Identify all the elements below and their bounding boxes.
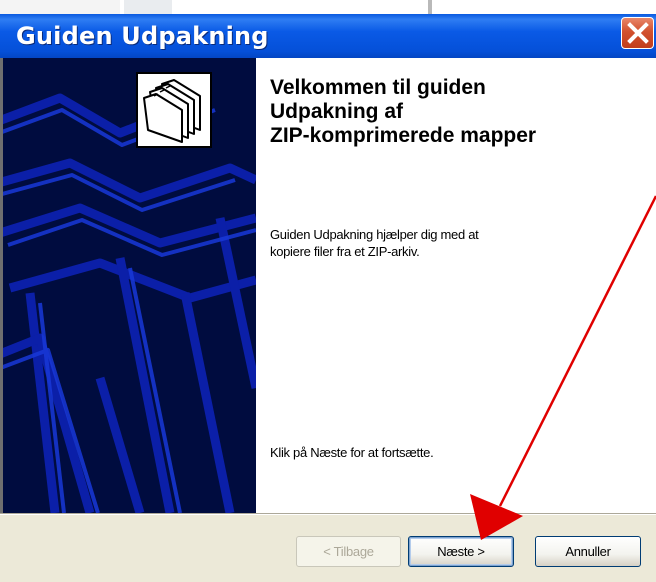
- title-bar[interactable]: Guiden Udpakning: [0, 14, 656, 58]
- wizard-description: Guiden Udpakning hjælper dig med at kopi…: [270, 226, 640, 260]
- wizard-heading: Velkommen til guiden Udpakning af ZIP-ko…: [270, 76, 650, 148]
- heading-line-3: ZIP-komprimerede mapper: [270, 124, 537, 147]
- heading-line-1: Velkommen til guiden: [270, 76, 486, 99]
- cancel-button[interactable]: Annuller: [535, 536, 641, 567]
- next-button[interactable]: Næste >: [408, 536, 514, 567]
- window-title: Guiden Udpakning: [16, 22, 269, 50]
- continue-hint: Klik på Næste for at fortsætte.: [270, 445, 434, 460]
- heading-line-2: Udpakning af: [270, 100, 404, 123]
- close-icon: [627, 22, 649, 44]
- description-line-2: kopiere filer fra et ZIP-arkiv.: [270, 244, 420, 259]
- extraction-wizard-window: Guiden Udpakning Velkommen til guiden Ud…: [0, 0, 656, 582]
- folder-outline-graphic: [0, 93, 256, 513]
- compressed-folders-icon: [136, 72, 212, 148]
- description-line-1: Guiden Udpakning hjælper dig med at: [270, 227, 479, 242]
- background-window-strip: [0, 0, 656, 15]
- close-button[interactable]: [621, 17, 654, 49]
- wizard-side-banner: [0, 58, 256, 513]
- back-button[interactable]: < Tilbage: [296, 536, 401, 567]
